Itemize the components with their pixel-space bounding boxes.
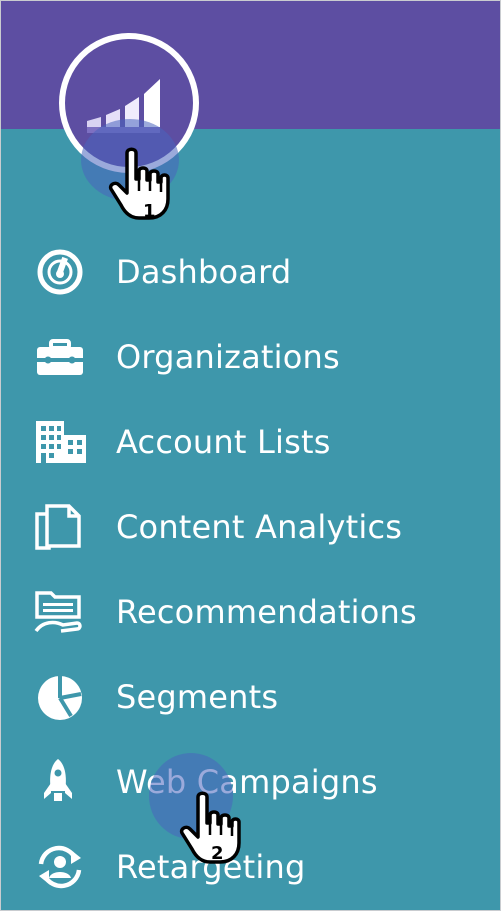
sidebar-item-web-campaigns[interactable]: Web Campaigns bbox=[1, 739, 500, 824]
documents-icon bbox=[35, 503, 81, 550]
sidebar-item-label: Segments bbox=[116, 677, 279, 716]
sidebar-item-account-lists[interactable]: Account Lists bbox=[1, 399, 500, 484]
rocket-icon bbox=[44, 758, 72, 801]
sidebar-item-label: Account Lists bbox=[116, 422, 331, 461]
sidebar-nav: Dashboard Organizations Account Lists Co… bbox=[1, 229, 500, 909]
sidebar-item-retargeting[interactable]: Retargeting bbox=[1, 824, 500, 909]
sidebar-item-segments[interactable]: Segments bbox=[1, 654, 500, 739]
sidebar-item-label: Content Analytics bbox=[116, 507, 403, 546]
hand-cursor-icon bbox=[108, 147, 170, 220]
sidebar-item-content-analytics[interactable]: Content Analytics bbox=[1, 484, 500, 569]
sidebar-item-label: Recommendations bbox=[116, 592, 417, 631]
step-number-1: 1 bbox=[143, 201, 156, 222]
sidebar-item-label: Dashboard bbox=[116, 252, 292, 291]
gauge-icon bbox=[37, 249, 83, 294]
sidebar-item-dashboard[interactable]: Dashboard bbox=[1, 229, 500, 314]
briefcase-icon bbox=[37, 338, 83, 375]
sidebar-item-label: Organizations bbox=[116, 337, 340, 376]
retarget-person-icon bbox=[38, 845, 82, 888]
folder-hand-icon bbox=[34, 590, 82, 633]
sidebar-item-recommendations[interactable]: Recommendations bbox=[1, 569, 500, 654]
buildings-icon bbox=[36, 420, 86, 463]
step-number-2: 2 bbox=[211, 843, 224, 864]
pie-chart-icon bbox=[38, 675, 82, 720]
sidebar-item-organizations[interactable]: Organizations bbox=[1, 314, 500, 399]
app-frame: Dashboard Organizations Account Lists Co… bbox=[0, 0, 501, 911]
